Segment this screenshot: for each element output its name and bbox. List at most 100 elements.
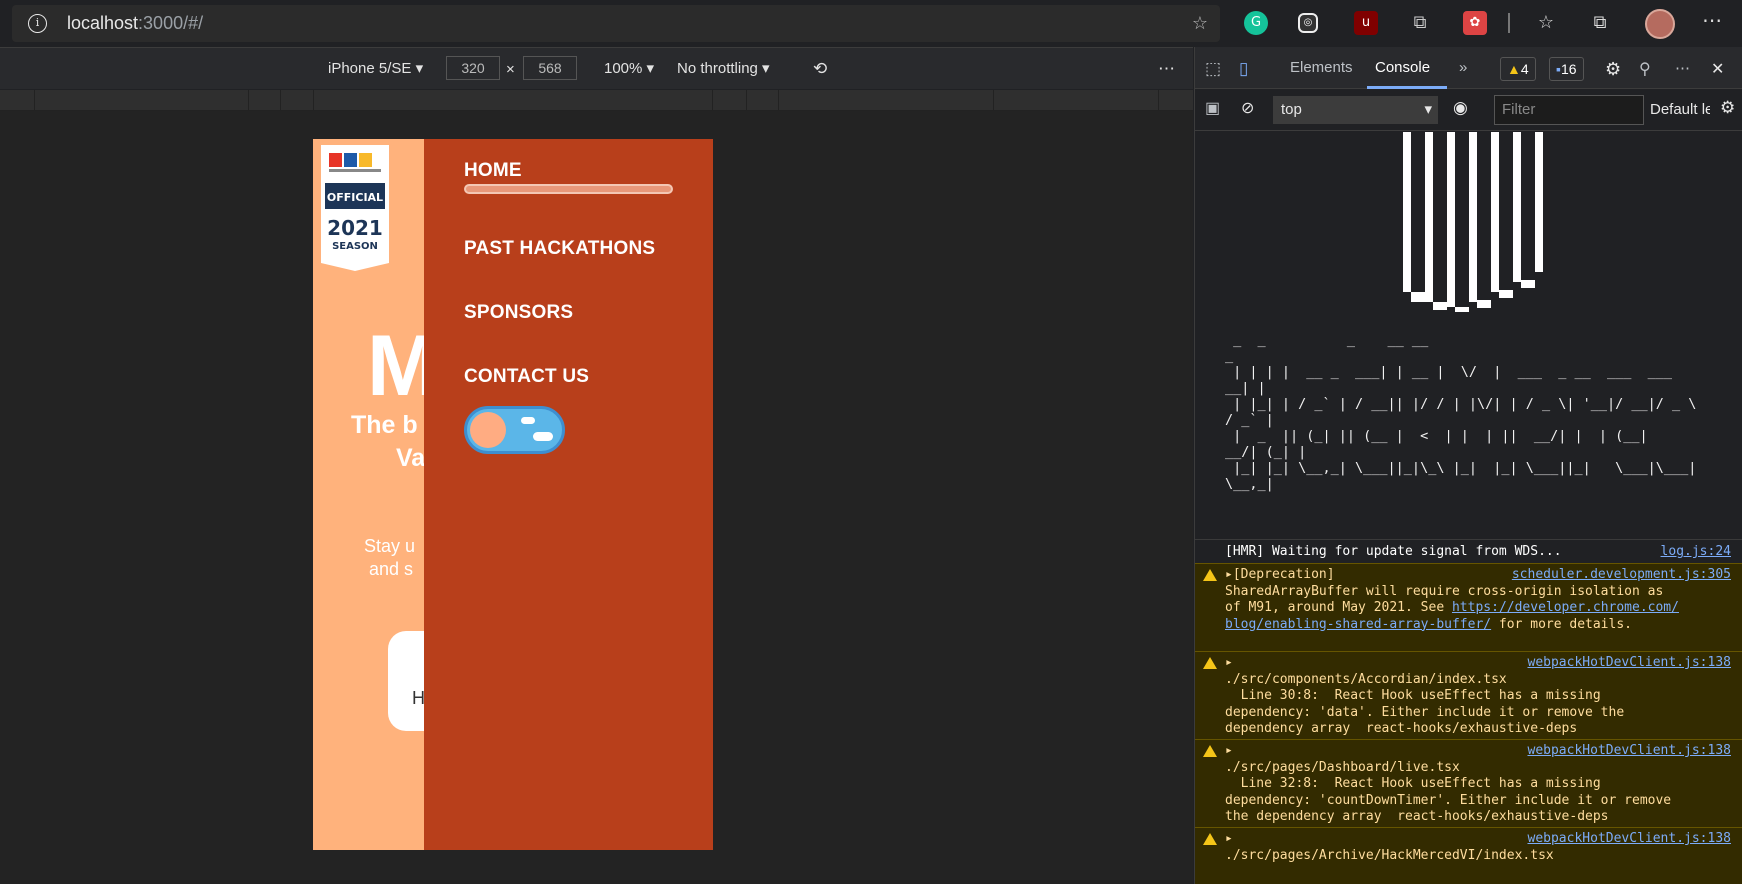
device-width-input[interactable]: 320 — [446, 56, 500, 80]
mlh-official-badge: OFFICIAL 2021 SEASON — [321, 145, 389, 271]
hero-title-line1: The b — [351, 411, 418, 439]
device-height-input[interactable]: 568 — [523, 56, 577, 80]
warning-accordian-line1: ./src/components/Accordian/index.tsx — [1225, 671, 1507, 687]
extension-icon[interactable]: ◎ — [1298, 13, 1318, 33]
mobile-page: OFFICIAL 2021 SEASON M The b Va Stay u a… — [313, 139, 713, 850]
throttling-value: No throttling — [677, 60, 758, 77]
warning-dashboard-line2: Line 32:8: React Hook useEffect has a mi… — [1225, 776, 1601, 791]
sidebar-toggle-icon[interactable]: ▣ — [1205, 98, 1220, 118]
warnings-badge[interactable]: ▲4 — [1500, 57, 1536, 81]
hero-subtitle-line1: Stay u — [364, 536, 416, 556]
ublock-extension-icon[interactable]: u — [1354, 11, 1378, 35]
tab-console[interactable]: Console — [1375, 59, 1430, 76]
cloud-icon — [521, 417, 535, 424]
clear-console-icon[interactable]: ⊘ — [1241, 98, 1254, 118]
messages-count: 16 — [1560, 61, 1577, 77]
console-warning-accordian[interactable]: ▸ ./src/components/Accordian/index.tsx L… — [1195, 651, 1742, 739]
warnings-count: 4 — [1520, 61, 1529, 77]
collections-icon[interactable]: ⧉ — [1588, 11, 1612, 35]
hero-title-line2: Va — [396, 444, 426, 472]
zoom-value: 100% — [604, 60, 643, 77]
extension-puzzle-icon[interactable]: ⧉ — [1408, 11, 1432, 35]
warning-dashboard-source[interactable]: webpackHotDevClient.js:138 — [1528, 743, 1732, 758]
nav-contact-link[interactable]: CONTACT US — [464, 366, 589, 388]
url-path: :3000/#/ — [138, 13, 204, 33]
nav-drawer: HOME PAST HACKATHONS SPONSORS CONTACT US — [424, 139, 713, 850]
live-expression-eye-icon[interactable]: ◉ — [1453, 98, 1468, 118]
warning-archive-source[interactable]: webpackHotDevClient.js:138 — [1528, 831, 1732, 846]
console-warning-deprecation[interactable]: ▸[Deprecation] SharedArrayBuffer will re… — [1195, 563, 1742, 651]
warning-deprecation-line1: [Deprecation] — [1232, 567, 1335, 582]
throttling-select[interactable]: No throttling ▾ — [677, 59, 770, 77]
deprecation-url-link-cont[interactable]: blog/enabling-shared-array-buffer/ — [1225, 617, 1491, 632]
ascii-art-drape-image — [1403, 132, 1543, 315]
settings-gear-icon[interactable]: ⚙ — [1605, 59, 1621, 80]
close-devtools-icon[interactable]: ✕ — [1711, 59, 1724, 79]
hmr-source-link[interactable]: log.js:24 — [1661, 544, 1731, 559]
browser-menu-icon[interactable]: ⋯ — [1702, 8, 1722, 32]
console-settings-gear-icon[interactable]: ⚙ — [1720, 98, 1735, 118]
warning-accordian-source[interactable]: webpackHotDevClient.js:138 — [1528, 655, 1732, 670]
log-levels-select[interactable]: Default levels — [1650, 101, 1710, 118]
warning-accordian-line4: dependency array react-hooks/exhaustive-… — [1225, 721, 1578, 736]
warning-deprecation-line5: for more details. — [1491, 616, 1632, 632]
rotate-icon[interactable]: ⟲ — [813, 59, 827, 79]
theme-toggle[interactable] — [464, 406, 565, 454]
site-info-icon[interactable]: i — [28, 14, 47, 33]
hero-subtitle-line2: and s — [369, 559, 414, 579]
badge-season-text: SEASON — [332, 241, 378, 252]
nav-home-link[interactable]: HOME — [464, 160, 522, 182]
device-select[interactable]: iPhone 5/SE ▾ — [328, 59, 423, 77]
warning-triangle-icon — [1203, 833, 1217, 845]
console-warning-dashboard[interactable]: ▸ ./src/pages/Dashboard/live.tsx Line 32… — [1195, 739, 1742, 827]
badge-official-text: OFFICIAL — [327, 191, 383, 204]
warning-archive-line1: ./src/pages/Archive/HackMercedVI/index.t… — [1225, 847, 1554, 863]
more-tabs-icon[interactable]: » — [1459, 59, 1467, 76]
console-toolbar: ▣ ⊘ top ▾ ◉ Filter Default levels ⚙ — [1195, 89, 1742, 131]
warning-dashboard-line3: dependency: 'countDownTimer'. Either inc… — [1225, 792, 1672, 808]
nav-past-hackathons-link[interactable]: PAST HACKATHONS — [464, 238, 655, 260]
context-value: top — [1281, 101, 1302, 118]
chevron-down-icon: ▾ — [1424, 101, 1432, 118]
devtools-tabbar: ⬚ ▯ Elements Console » ▲4 ▪16 ⚙ ⚲ ⋯ ✕ — [1195, 47, 1742, 89]
extension-icon-red[interactable]: ✿ — [1463, 11, 1487, 35]
hmr-message-text: [HMR] Waiting for update signal from WDS… — [1225, 544, 1562, 559]
devtools-more-icon[interactable]: ⋯ — [1675, 59, 1690, 77]
warning-dashboard-line4: the dependency array react-hooks/exhaust… — [1225, 809, 1609, 824]
messages-badge[interactable]: ▪16 — [1549, 57, 1584, 81]
device-toggle-icon[interactable]: ▯ — [1239, 59, 1248, 79]
browser-toolbar: i localhost:3000/#/ ☆ G ◎ u ⧉ ✿ ☆ ⧉ ⋯ — [0, 0, 1742, 47]
device-name: iPhone 5/SE — [328, 60, 412, 77]
customize-icon[interactable]: ⚲ — [1639, 59, 1651, 79]
url-host: localhost — [67, 13, 139, 33]
sun-icon — [470, 412, 506, 448]
warning-deprecation-source[interactable]: scheduler.development.js:305 — [1512, 567, 1731, 582]
warning-triangle-icon — [1203, 745, 1217, 757]
badge-year-text: 2021 — [327, 216, 383, 240]
warning-deprecation-line3: of M91, around May 2021. See — [1225, 600, 1452, 615]
profile-avatar[interactable] — [1645, 9, 1675, 39]
context-select[interactable]: top ▾ — [1273, 96, 1438, 124]
url-text[interactable]: localhost:3000/#/ — [67, 13, 203, 34]
tab-elements[interactable]: Elements — [1290, 59, 1353, 76]
dimension-x-icon: × — [506, 61, 515, 78]
device-more-icon[interactable]: ⋯ — [1158, 59, 1175, 79]
warning-triangle-icon — [1203, 657, 1217, 669]
console-warning-archive[interactable]: ▸ ./src/pages/Archive/HackMercedVI/index… — [1195, 827, 1742, 884]
grammarly-extension-icon[interactable]: G — [1244, 11, 1268, 35]
nav-sponsors-link[interactable]: SPONSORS — [464, 302, 573, 324]
zoom-select[interactable]: 100% ▾ — [604, 59, 654, 77]
console-filter-input[interactable]: Filter — [1494, 95, 1644, 125]
address-bar[interactable]: i localhost:3000/#/ ☆ — [12, 5, 1220, 42]
warning-dashboard-line1: ./src/pages/Dashboard/live.tsx — [1225, 759, 1460, 775]
media-query-ruler[interactable] — [0, 90, 1193, 111]
favorites-icon[interactable]: ☆ — [1534, 11, 1558, 35]
favorite-star-icon[interactable]: ☆ — [1192, 13, 1208, 34]
console-output[interactable]: _ _ _ __ __ _ | | | | __ _ ___| | __ | \… — [1195, 132, 1742, 884]
ascii-art-logo: _ _ _ __ __ _ | | | | __ _ ___| | __ | \… — [1225, 132, 1735, 522]
warning-triangle-icon — [1203, 569, 1217, 581]
inspect-element-icon[interactable]: ⬚ — [1205, 59, 1221, 79]
deprecation-url-link[interactable]: https://developer.chrome.com/ — [1452, 600, 1679, 615]
devtools-panel: ⬚ ▯ Elements Console » ▲4 ▪16 ⚙ ⚲ ⋯ ✕ ▣ … — [1194, 47, 1742, 884]
warning-deprecation-line2: SharedArrayBuffer will require cross-ori… — [1225, 583, 1664, 599]
